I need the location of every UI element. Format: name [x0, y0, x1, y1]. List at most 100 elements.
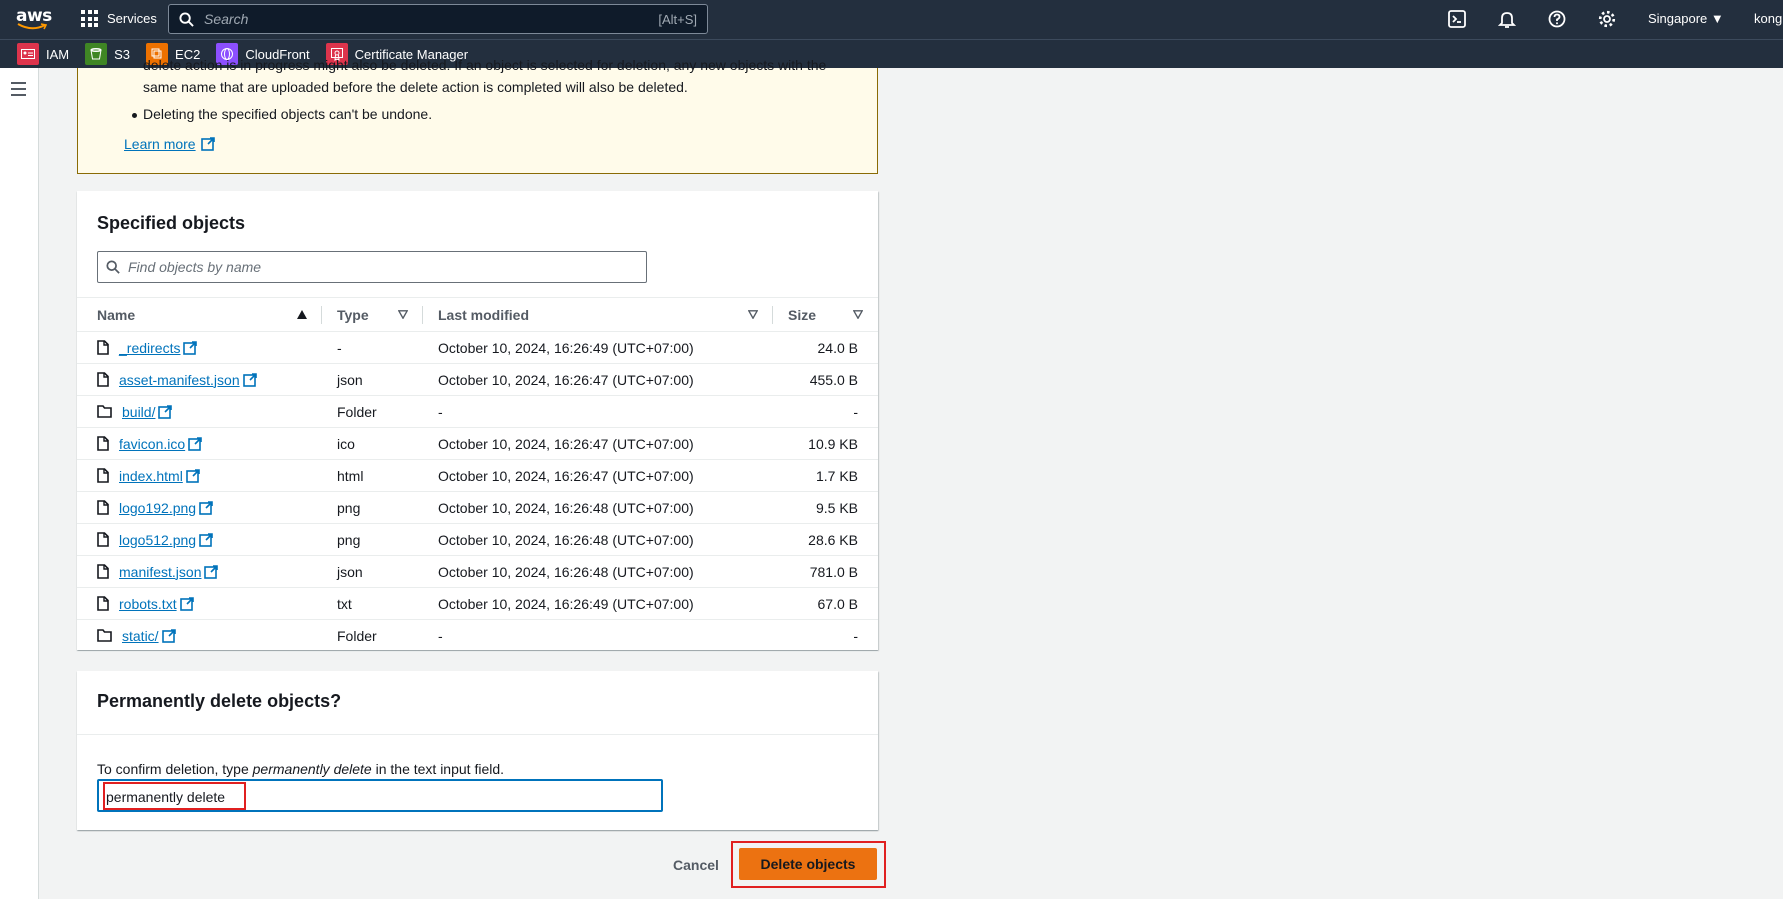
table-row: logo192.png png October 10, 2024, 16:26:48…	[77, 491, 878, 524]
column-header-last-modified[interactable]: Last modified	[423, 297, 773, 332]
notifications-bell-icon[interactable]	[1498, 10, 1516, 28]
table-row: static/Folder - -	[77, 619, 878, 652]
external-link-icon	[199, 532, 213, 547]
external-link-icon	[242, 372, 257, 387]
highlight-box	[103, 782, 246, 810]
column-header-name[interactable]: Name	[77, 297, 322, 332]
folder-icon	[97, 629, 112, 642]
panel-title: Specified objects	[97, 213, 246, 233]
file-icon	[97, 564, 109, 579]
favorite-iam[interactable]: IAM	[17, 43, 69, 65]
panel-title: Permanently delete objects?	[97, 691, 342, 711]
confirm-delete-input[interactable]: permanently delete	[97, 779, 663, 812]
table-row: asset-manifest.json json October 10, 2024,…	[77, 363, 878, 396]
cell-type: txt	[322, 587, 423, 620]
external-link-icon	[188, 436, 202, 451]
settings-gear-icon[interactable]	[1598, 10, 1616, 28]
object-link[interactable]: manifest.json	[119, 564, 201, 580]
favorite-label: S3	[114, 46, 131, 62]
cancel-button[interactable]: Cancel	[673, 857, 719, 873]
file-icon	[97, 372, 109, 387]
menu-hamburger-icon[interactable]	[11, 82, 26, 100]
highlight-box	[731, 841, 886, 888]
top-navigation: aws Services Search [Alt+S] Singapore ▼ …	[0, 0, 1783, 39]
external-link-icon	[200, 137, 215, 151]
warning-text-partial: delete action is in progress might also …	[143, 57, 827, 73]
object-link[interactable]: _redirects	[119, 340, 180, 356]
file-icon	[97, 340, 109, 355]
object-link[interactable]: logo192.png	[119, 500, 196, 516]
global-search-input[interactable]: Search [Alt+S]	[168, 4, 708, 34]
file-icon	[97, 596, 109, 611]
cell-type: html	[322, 459, 423, 492]
cell-size: -	[773, 619, 878, 652]
table-row: manifest.json json October 10, 2024, 16:26…	[77, 555, 878, 588]
cell-last-modified: October 10, 2024, 16:26:48 (UTC+07:00)	[423, 491, 773, 524]
external-link-icon	[179, 596, 194, 611]
cloudshell-icon[interactable]	[1448, 10, 1466, 28]
cell-name: index.html	[77, 459, 322, 492]
cell-name: _redirects	[77, 331, 322, 364]
services-label: Services	[107, 11, 157, 26]
cell-size: 9.5 KB	[773, 491, 878, 524]
object-link[interactable]: build/	[122, 404, 155, 420]
sort-icon[interactable]	[398, 310, 408, 319]
search-icon	[106, 260, 120, 274]
warning-text-line: same name that are uploaded before the d…	[143, 79, 688, 95]
cell-size: 10.9 KB	[773, 427, 878, 460]
external-link-icon	[199, 500, 213, 515]
cell-type: json	[322, 555, 423, 588]
cell-last-modified: October 10, 2024, 16:26:49 (UTC+07:00)	[423, 331, 773, 364]
iam-service-icon	[17, 43, 39, 65]
cell-type: Folder	[322, 395, 423, 428]
object-link[interactable]: logo512.png	[119, 532, 196, 548]
external-link-icon	[161, 628, 176, 643]
object-link[interactable]: robots.txt	[119, 596, 177, 612]
table-row: _redirects - October 10, 2024, 16:26:49 (U…	[77, 331, 878, 364]
account-menu[interactable]: kong	[1754, 11, 1782, 26]
file-icon	[97, 436, 109, 451]
external-link-icon	[158, 404, 173, 419]
cell-type: png	[322, 523, 423, 556]
sort-icon[interactable]	[748, 310, 758, 319]
cell-type: json	[322, 363, 423, 396]
cell-size: 24.0 B	[773, 331, 878, 364]
cell-size: 28.6 KB	[773, 523, 878, 556]
object-link[interactable]: index.html	[119, 468, 183, 484]
object-link[interactable]: asset-manifest.json	[119, 372, 240, 388]
cell-size: 67.0 B	[773, 587, 878, 620]
object-link[interactable]: favicon.ico	[119, 436, 185, 452]
object-link[interactable]: static/	[122, 628, 159, 644]
file-icon	[97, 468, 109, 483]
learn-more-link[interactable]: Learn more	[124, 136, 215, 152]
services-menu[interactable]: Services	[81, 10, 157, 27]
aws-logo[interactable]: aws	[16, 6, 52, 32]
search-placeholder: Search	[204, 11, 249, 27]
cell-type: -	[322, 331, 423, 364]
cell-name: build/	[77, 395, 322, 428]
cell-size: 781.0 B	[773, 555, 878, 588]
warning-bullet-undone: Deleting the specified objects can't be …	[143, 106, 433, 122]
sort-ascending-icon[interactable]	[297, 310, 307, 319]
cell-name: logo192.png	[77, 491, 322, 524]
table-row: build/Folder - -	[77, 395, 878, 428]
sort-icon[interactable]	[853, 310, 863, 319]
favorite-s3[interactable]: S3	[85, 43, 130, 65]
region-selector[interactable]: Singapore ▼	[1648, 11, 1724, 26]
file-icon	[97, 500, 109, 515]
cell-size: 455.0 B	[773, 363, 878, 396]
apps-grid-icon	[81, 10, 98, 27]
cell-name: logo512.png	[77, 523, 322, 556]
permanently-delete-panel: Permanently delete objects? To confirm d…	[77, 671, 878, 830]
external-link-icon	[204, 564, 219, 579]
help-icon[interactable]	[1548, 10, 1566, 28]
cell-last-modified: October 10, 2024, 16:26:48 (UTC+07:00)	[423, 523, 773, 556]
column-header-size[interactable]: Size	[773, 297, 878, 332]
find-objects-input[interactable]: Find objects by name	[97, 251, 647, 283]
table-row: favicon.ico ico October 10, 2024, 16:26:47…	[77, 427, 878, 460]
column-header-type[interactable]: Type	[322, 297, 423, 332]
cell-name: manifest.json	[77, 555, 322, 588]
cell-last-modified: October 10, 2024, 16:26:47 (UTC+07:00)	[423, 363, 773, 396]
file-icon	[97, 532, 109, 547]
s3-service-icon	[85, 43, 108, 65]
